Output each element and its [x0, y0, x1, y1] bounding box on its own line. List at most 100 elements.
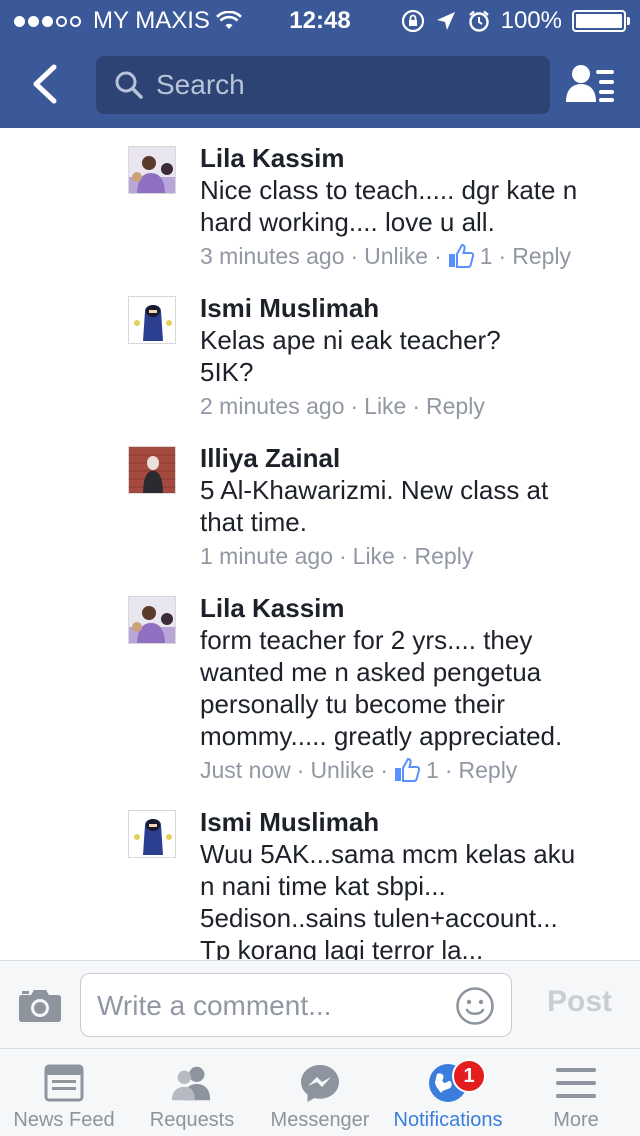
tab-more[interactable]: More	[512, 1049, 640, 1136]
like-link[interactable]: Like	[364, 390, 406, 422]
commenter-name[interactable]: Ismi Muslimah	[200, 292, 620, 324]
tab-label: More	[553, 1109, 599, 1131]
separator: ·	[338, 543, 347, 569]
status-bar: MY MAXIS 12:48 100%	[0, 0, 640, 40]
notification-badge: 1	[452, 1059, 486, 1093]
comment-text-line: Kelas ape ni eak teacher?	[200, 325, 501, 355]
friend-list-button[interactable]	[566, 62, 616, 106]
search-icon	[115, 71, 143, 99]
search-bar[interactable]	[96, 56, 550, 114]
messenger-icon	[301, 1065, 339, 1102]
profile-photo-icon	[129, 597, 175, 643]
comment-composer: Post	[0, 960, 640, 1048]
separator: ·	[350, 393, 359, 419]
comment-text-line: personally tu become their	[200, 689, 505, 719]
unlike-link[interactable]: Unlike	[364, 240, 428, 272]
comment-timestamp: 3 minutes ago	[200, 243, 345, 269]
like-count-value: 1	[426, 757, 439, 783]
comment-body: Lila Kassim form teacher for 2 yrs.... t…	[200, 592, 620, 786]
comment-text-line: n nani time kat sbpi...	[200, 871, 446, 901]
battery-percent: 100%	[500, 7, 562, 34]
thumbs-up-icon	[448, 243, 474, 268]
comment-timestamp: Just now	[200, 757, 291, 783]
requests-icon	[171, 1066, 211, 1101]
rotation-lock-icon	[401, 9, 424, 33]
tab-label: Messenger	[270, 1109, 370, 1131]
comment-meta: 3 minutes ago · Unlike · 1 · Reply	[200, 240, 620, 272]
status-right: 100%	[401, 7, 630, 35]
sticker-button[interactable]	[455, 986, 495, 1026]
comment-input[interactable]	[97, 986, 447, 1026]
thumbs-up-icon	[395, 757, 421, 782]
commenter-name[interactable]: Lila Kassim	[200, 142, 620, 174]
profile-photo-icon	[129, 447, 175, 493]
separator: ·	[296, 757, 305, 783]
comment-text-line: Wuu 5AK...sama mcm kelas aku	[200, 839, 576, 869]
profile-photo-icon	[129, 297, 175, 343]
comment-body: Ismi Muslimah Kelas ape ni eak teacher? …	[200, 292, 620, 422]
location-arrow-icon	[436, 12, 455, 30]
tab-label: Requests	[149, 1109, 235, 1131]
separator: ·	[350, 243, 359, 269]
avatar[interactable]	[128, 810, 176, 858]
avatar[interactable]	[128, 446, 176, 494]
tab-label: News Feed	[13, 1109, 115, 1131]
comment-timestamp: 1 minute ago	[200, 543, 333, 569]
reply-link[interactable]: Reply	[459, 754, 518, 786]
comment-text-line: 5 Al-Khawarizmi. New class at	[200, 475, 549, 505]
tab-news-feed[interactable]: News Feed	[0, 1049, 128, 1136]
separator: ·	[412, 393, 421, 419]
comment-list[interactable]: Lila Kassim Nice class to teach..... dgr…	[0, 128, 640, 960]
post-button[interactable]: Post	[547, 985, 612, 1019]
comment-text-line: hard working.... love u all.	[200, 207, 495, 237]
commenter-name[interactable]: Lila Kassim	[200, 592, 620, 624]
comment-meta: 2 minutes ago · Like · Reply	[200, 390, 620, 422]
commenter-name[interactable]: Illiya Zainal	[200, 442, 620, 474]
like-count[interactable]: 1	[448, 240, 493, 272]
avatar[interactable]	[128, 596, 176, 644]
battery-icon	[572, 10, 630, 32]
separator: ·	[434, 243, 442, 269]
profile-photo-icon	[129, 147, 175, 193]
tab-notifications[interactable]: 1 Notifications	[384, 1049, 512, 1136]
header: MY MAXIS 12:48 100%	[0, 0, 640, 128]
comment-input-box[interactable]	[80, 973, 512, 1037]
comment-text-line: 5edison..sains tulen+account...	[200, 903, 558, 933]
reply-link[interactable]: Reply	[512, 240, 571, 272]
friends-list-icon	[566, 65, 614, 102]
alarm-icon	[468, 10, 489, 32]
comment-text-line: Nice class to teach..... dgr kate n	[200, 175, 578, 205]
comment-body: Ismi Muslimah Wuu 5AK...sama mcm kelas a…	[200, 806, 620, 960]
tab-label: Notifications	[393, 1109, 503, 1131]
menu-icon	[556, 1068, 596, 1098]
tab-requests[interactable]: Requests	[128, 1049, 256, 1136]
reply-link[interactable]: Reply	[426, 390, 485, 422]
comment-text-line: Tp korang lagi terror la...	[200, 935, 484, 960]
smiley-icon	[456, 987, 494, 1025]
comment-text-line: mommy..... greatly appreciated.	[200, 721, 563, 751]
avatar[interactable]	[128, 296, 176, 344]
tab-bar: News Feed Requests Messenger 1 Notificat…	[0, 1048, 640, 1136]
comment-meta: Just now · Unlike · 1 · Reply	[200, 754, 620, 786]
profile-photo-icon	[129, 811, 175, 857]
nav-bar	[0, 40, 640, 128]
reply-link[interactable]: Reply	[415, 540, 474, 572]
news-feed-icon	[44, 1064, 84, 1102]
comment-timestamp: 2 minutes ago	[200, 393, 345, 419]
like-link[interactable]: Like	[353, 540, 395, 572]
comment-text-line: 5IK?	[200, 357, 254, 387]
comment-meta: 1 minute ago · Like · Reply	[200, 540, 620, 572]
search-input[interactable]	[156, 69, 536, 101]
like-count-value: 1	[479, 243, 493, 269]
like-count[interactable]: 1	[394, 754, 439, 786]
commenter-name[interactable]: Ismi Muslimah	[200, 806, 620, 838]
camera-button[interactable]	[18, 987, 62, 1023]
unlike-link[interactable]: Unlike	[310, 754, 374, 786]
separator: ·	[380, 757, 389, 783]
back-button[interactable]	[22, 62, 66, 106]
avatar[interactable]	[128, 146, 176, 194]
comment-text-line: form teacher for 2 yrs.... they	[200, 625, 533, 655]
comment-body: Lila Kassim Nice class to teach..... dgr…	[200, 142, 620, 272]
tab-messenger[interactable]: Messenger	[256, 1049, 384, 1136]
comment-text-line: that time.	[200, 507, 307, 537]
